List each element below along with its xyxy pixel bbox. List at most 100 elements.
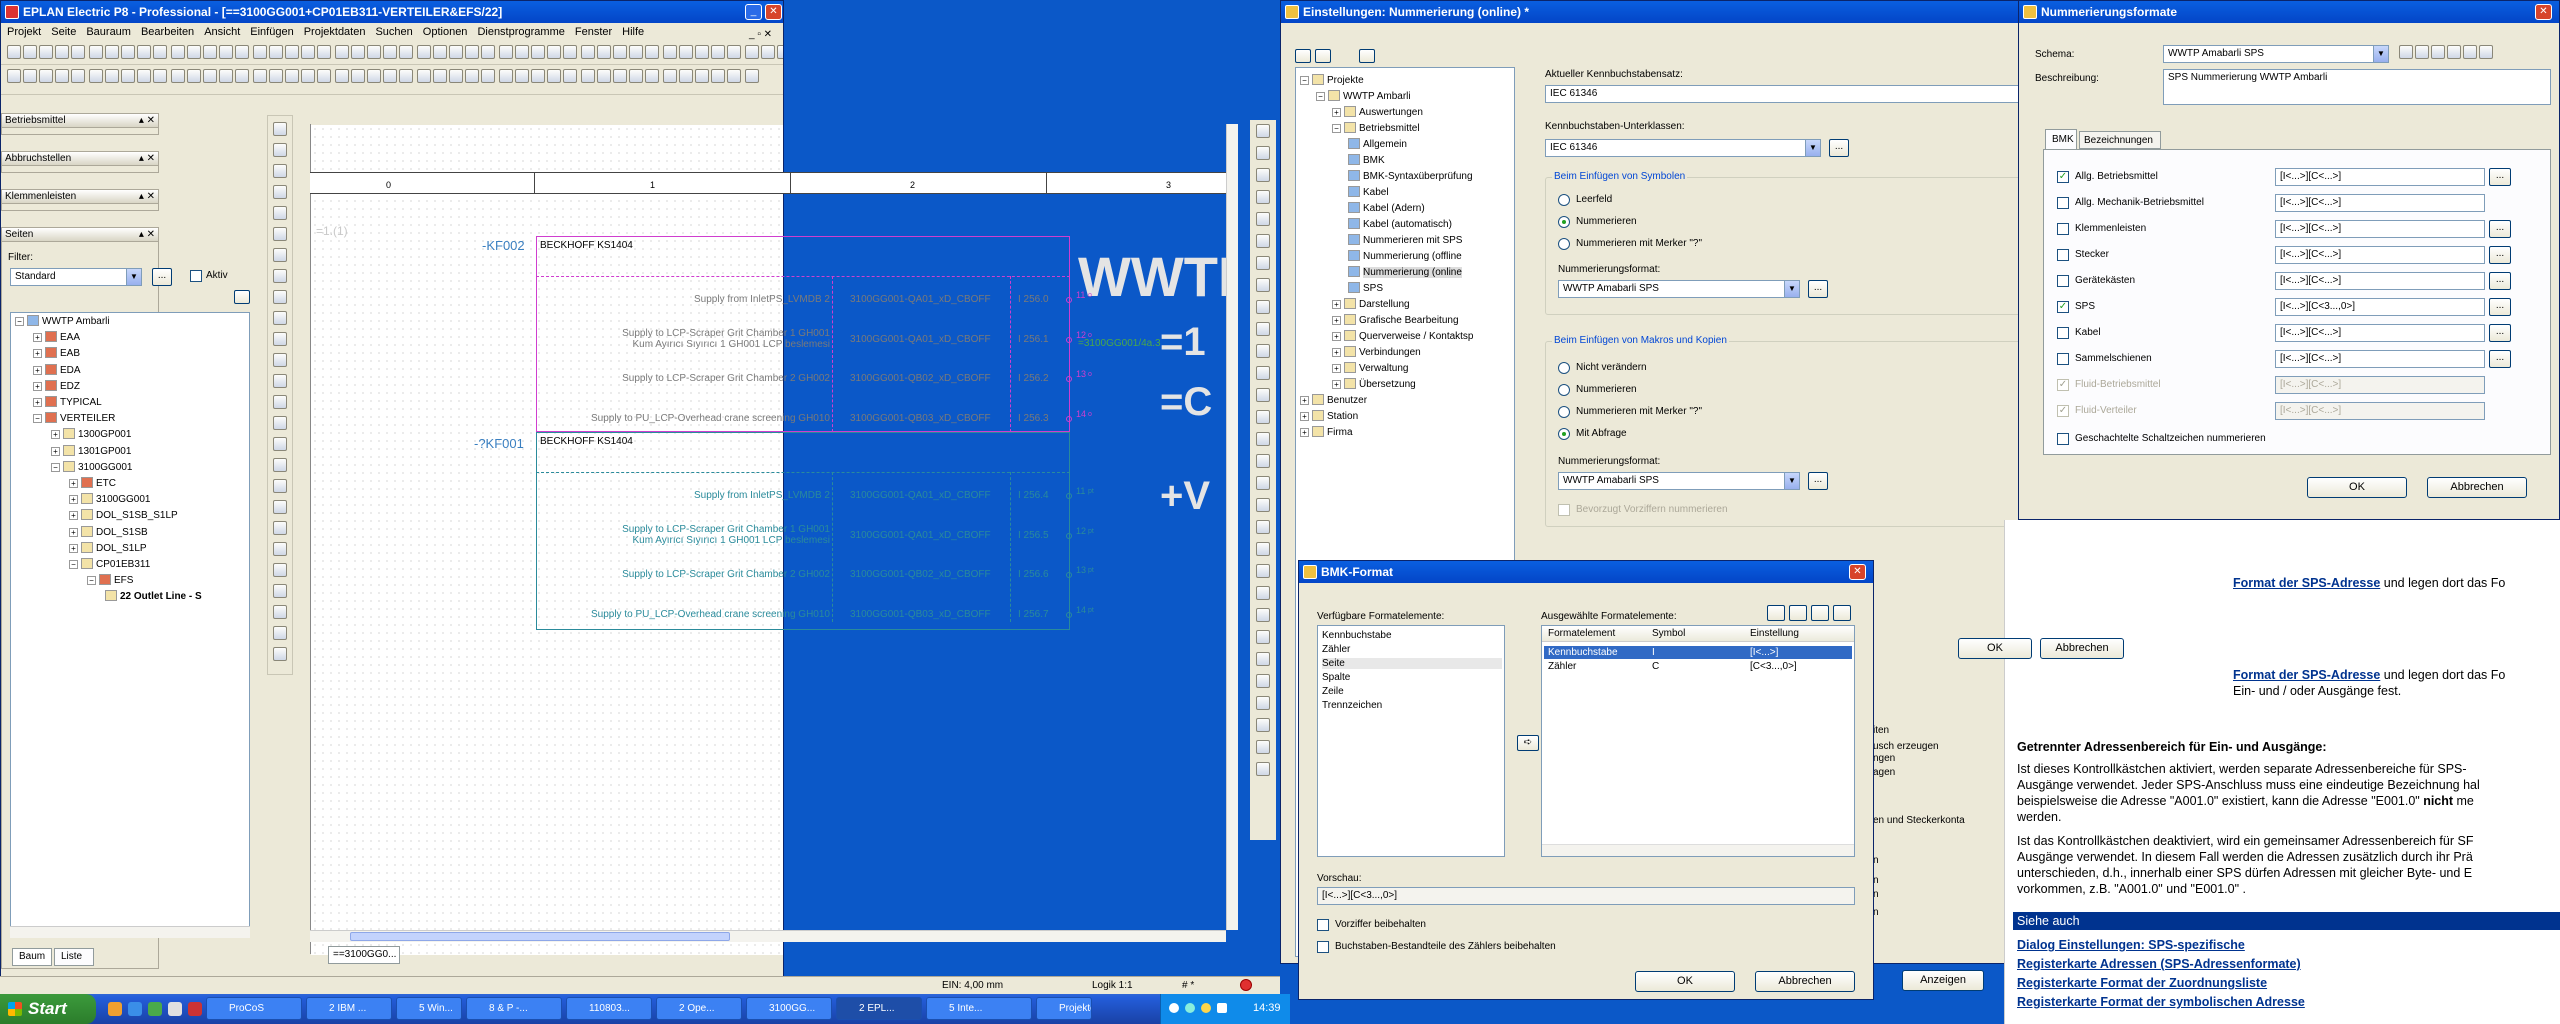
toolbar-icon[interactable] <box>301 69 315 83</box>
close-button[interactable]: ✕ <box>1849 564 1866 580</box>
toolbar-icon[interactable] <box>1256 520 1270 534</box>
toolbar-icon[interactable] <box>71 69 85 83</box>
toolbar-icon[interactable] <box>449 69 463 83</box>
toolbar-icon[interactable] <box>499 69 513 83</box>
tree-node[interactable]: BMK <box>1348 154 1385 166</box>
toolbar-icon[interactable] <box>645 69 659 83</box>
row-checkbox[interactable] <box>2057 249 2069 261</box>
schema-tool-icon[interactable] <box>2431 45 2445 59</box>
expand-icon[interactable]: + <box>1332 300 1341 309</box>
toolbar-icon[interactable] <box>351 69 365 83</box>
draw-tool-icon[interactable] <box>273 626 287 640</box>
vorziffer-checkbox[interactable] <box>1317 919 1329 931</box>
toolbar-icon[interactable] <box>597 69 611 83</box>
toolbar-icon[interactable] <box>187 69 201 83</box>
page-tab[interactable]: ==3100GG0... <box>328 946 400 964</box>
menu-item[interactable]: Hilfe <box>622 26 644 38</box>
draw-tool-icon[interactable] <box>273 584 287 598</box>
taskbar-button[interactable]: 2 IBM ... <box>306 997 392 1020</box>
bmk-cancel-button[interactable]: Abbrechen <box>1755 971 1855 992</box>
draw-tool-icon[interactable] <box>273 185 287 199</box>
toolbar-icon[interactable] <box>1256 740 1270 754</box>
toolbar-icon[interactable] <box>105 45 119 59</box>
panel-header[interactable]: Klemmenleisten ▴ ✕ <box>2 190 158 204</box>
expand-icon[interactable]: + <box>1332 316 1341 325</box>
toolbar-icon[interactable] <box>269 45 283 59</box>
expand-icon[interactable]: + <box>69 511 78 521</box>
toolbar-icon[interactable] <box>663 45 677 59</box>
taskbar-button[interactable]: ProCoS <box>206 997 302 1020</box>
forward-icon[interactable] <box>1315 49 1331 63</box>
menu-item[interactable]: Optionen <box>423 26 468 38</box>
tree-node[interactable]: Allgemein <box>1348 138 1407 150</box>
toolbar-icon[interactable] <box>563 69 577 83</box>
tree-node[interactable]: + Verwaltung <box>1332 362 1408 374</box>
tree-node[interactable]: + TYPICAL <box>33 396 102 408</box>
radio-nummerieren-merker[interactable] <box>1558 238 1570 250</box>
tree-node[interactable]: Nummerierung (online <box>1348 266 1462 278</box>
draw-tool-icon[interactable] <box>273 143 287 157</box>
tree-node[interactable]: 22 Outlet Line - S <box>105 590 202 602</box>
expand-icon[interactable]: + <box>1300 428 1309 437</box>
tree-node[interactable]: Kabel (automatisch) <box>1348 218 1452 230</box>
toolbar-icon[interactable] <box>481 45 495 59</box>
bmk-titlebar[interactable]: BMK-Format <box>1299 561 1873 583</box>
toolbar-icon[interactable] <box>253 69 267 83</box>
toolbar-icon[interactable] <box>89 45 103 59</box>
expand-icon[interactable]: − <box>51 462 60 472</box>
taskbar-button[interactable]: 5 Inte... <box>926 997 1032 1020</box>
toolbar-icon[interactable] <box>777 45 783 59</box>
toolbar-icon[interactable] <box>531 69 545 83</box>
nf2-select[interactable]: WWTP Amabarli SPS ▼ <box>1558 472 1800 490</box>
draw-tool-icon[interactable] <box>273 479 287 493</box>
expand-icon[interactable]: + <box>1332 364 1341 373</box>
toolbar-icon[interactable] <box>1256 410 1270 424</box>
nested-checkbox[interactable] <box>2057 433 2069 445</box>
toolbar-icon[interactable] <box>1256 278 1270 292</box>
tree-node[interactable]: + EAA <box>33 331 80 343</box>
kbu-select[interactable]: IEC 61346 ▼ <box>1545 139 1821 157</box>
tree-node[interactable]: + EAB <box>33 347 80 359</box>
tree-node[interactable]: +3100GG001 <box>69 493 151 505</box>
expand-icon[interactable]: + <box>33 381 42 391</box>
draw-tool-icon[interactable] <box>273 416 287 430</box>
toolbar-icon[interactable] <box>761 45 775 59</box>
expand-icon[interactable]: − <box>15 317 24 326</box>
tree-node[interactable]: + Verbindungen <box>1332 346 1421 358</box>
toolbar-icon[interactable] <box>563 45 577 59</box>
expand-icon[interactable]: − <box>1332 124 1341 133</box>
toolbar-icon[interactable] <box>1256 234 1270 248</box>
toolbar-icon[interactable] <box>203 69 217 83</box>
toolbar-icon[interactable] <box>629 45 643 59</box>
quick-launch-icon[interactable] <box>168 1002 182 1016</box>
draw-tool-icon[interactable] <box>273 437 287 451</box>
toolbar-icon[interactable] <box>547 69 561 83</box>
eplan-titlebar[interactable]: EPLAN Electric P8 - Professional - [==31… <box>1 1 783 23</box>
toolbar-icon[interactable] <box>1256 212 1270 226</box>
scroll-thumb[interactable] <box>350 932 730 941</box>
toolbar-icon[interactable] <box>1256 124 1270 138</box>
toolbar-icon[interactable] <box>7 69 21 83</box>
toolbar-icon[interactable] <box>39 69 53 83</box>
toolbar-icon[interactable] <box>679 45 693 59</box>
table-hscroll[interactable] <box>1542 844 1854 856</box>
tree-node[interactable]: − Projekte <box>1300 74 1364 86</box>
row-checkbox[interactable]: ✓ <box>2057 171 2069 183</box>
expand-icon[interactable]: + <box>1332 108 1341 117</box>
tree-node[interactable]: − WWTP Ambarli <box>1316 90 1411 102</box>
toolbar-icon[interactable] <box>105 69 119 83</box>
expand-icon[interactable]: + <box>33 333 42 343</box>
toolbar-icon[interactable] <box>317 45 331 59</box>
menu-item[interactable]: Projekt <box>7 26 41 38</box>
toolbar-icon[interactable] <box>1256 674 1270 688</box>
expand-icon[interactable]: + <box>1332 380 1341 389</box>
toolbar-icon[interactable] <box>285 69 299 83</box>
einst-anzeigen-button-visible[interactable]: Anzeigen <box>1902 970 1984 991</box>
toolbar-icon[interactable] <box>23 45 37 59</box>
toolbar-icon[interactable] <box>515 69 529 83</box>
radio-mit-abfrage[interactable] <box>1558 428 1570 440</box>
draw-tool-icon[interactable] <box>273 458 287 472</box>
menu-item[interactable]: Fenster <box>575 26 612 38</box>
tree-node[interactable]: + Benutzer <box>1300 394 1367 406</box>
kb-select[interactable]: IEC 61346▼ <box>1545 85 2019 103</box>
